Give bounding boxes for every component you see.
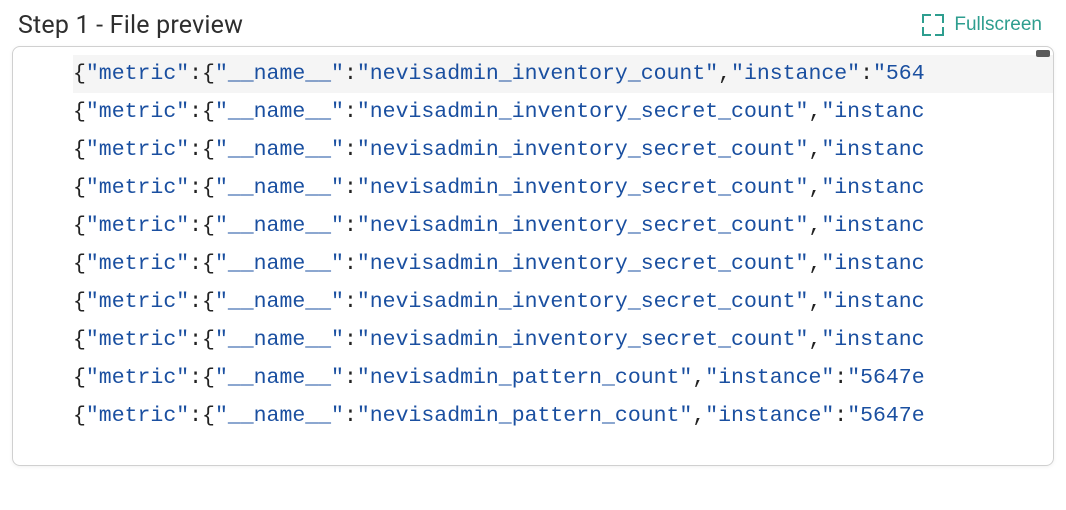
code-line: {"metric":{"__name__":"nevisadmin_invent…: [73, 245, 1053, 283]
code-line: {"metric":{"__name__":"nevisadmin_patter…: [73, 359, 1053, 397]
code-content: {"metric":{"__name__":"nevisadmin_invent…: [13, 53, 1053, 465]
fullscreen-label: Fullscreen: [954, 14, 1042, 36]
code-line: {"metric":{"__name__":"nevisadmin_invent…: [73, 55, 1053, 93]
code-line: {"metric":{"__name__":"nevisadmin_invent…: [73, 283, 1053, 321]
code-line: {"metric":{"__name__":"nevisadmin_invent…: [73, 93, 1053, 131]
scrollbar-thumb[interactable]: [1036, 50, 1050, 57]
code-line: {"metric":{"__name__":"nevisadmin_patter…: [73, 397, 1053, 435]
panel-title: Step 1 - File preview: [18, 11, 243, 40]
panel-header: Step 1 - File preview Fullscreen: [12, 10, 1054, 46]
file-preview-panel[interactable]: {"metric":{"__name__":"nevisadmin_invent…: [12, 46, 1054, 466]
fullscreen-button[interactable]: Fullscreen: [916, 10, 1048, 40]
fullscreen-icon: [922, 14, 944, 36]
code-line: {"metric":{"__name__":"nevisadmin_invent…: [73, 131, 1053, 169]
code-line: {"metric":{"__name__":"nevisadmin_invent…: [73, 169, 1053, 207]
code-line: {"metric":{"__name__":"nevisadmin_invent…: [73, 321, 1053, 359]
code-line: {"metric":{"__name__":"nevisadmin_invent…: [73, 207, 1053, 245]
